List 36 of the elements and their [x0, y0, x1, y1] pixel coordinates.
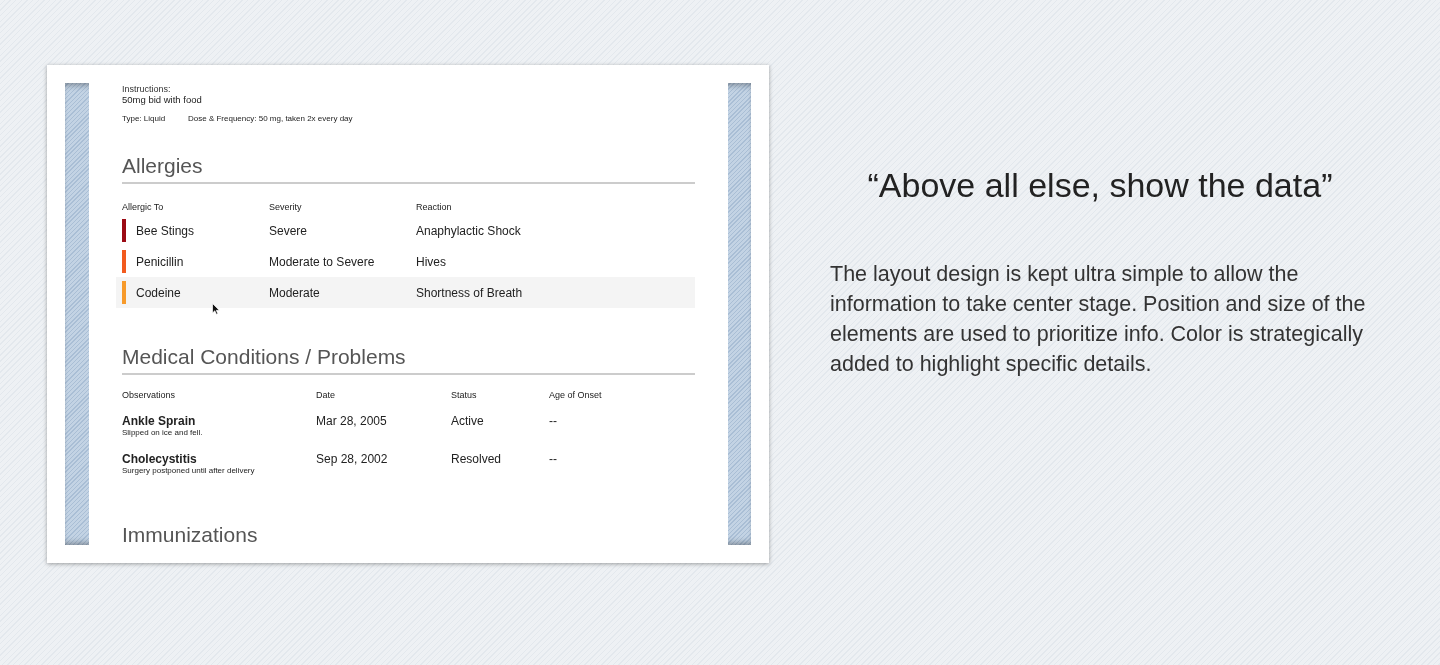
table-cell-text: Moderate to Severe [269, 254, 376, 269]
table-cell-text: Severe [269, 223, 309, 238]
table-cell-text: Active [451, 414, 485, 430]
table-cell-text: Mar 28, 2005 [316, 414, 388, 430]
instructions-text: 50mg bid with food [122, 94, 203, 106]
medication-type: Type: Liquid [122, 114, 167, 123]
table-cell: Penicillin [136, 254, 184, 269]
column-header: Date [316, 390, 336, 402]
section-heading: Immunizations [122, 522, 259, 545]
table-cell-text: Moderate [269, 285, 321, 300]
table-cell-text: Resolved [451, 452, 503, 468]
table-cell: Bee Stings [136, 223, 195, 238]
description-paragraph: The layout design is kept ultra simple to allow the information to take center stage. Position and size of the elements are used to prioritize info. Color is strategically added to highlight specific details. [830, 261, 1367, 378]
table-cell-text: Shortness of Breath [416, 285, 524, 300]
dose-frequency: Dose & Frequency: 50 mg, taken 2x every day [188, 114, 353, 123]
mouse-pointer-icon [212, 303, 220, 315]
column-header: Observations [122, 390, 177, 402]
column-header: Status [451, 390, 478, 402]
column-header: Age of Onset [549, 390, 603, 402]
table-cell-text: -- [549, 452, 558, 468]
table-cell-text: Sep 28, 2002 [316, 452, 389, 468]
column-header: Severity [269, 202, 303, 212]
table-cell: Codeine [136, 285, 181, 300]
column-header: Allergic To [122, 202, 165, 212]
section-heading: Allergies [122, 153, 695, 184]
table-cell-text: Anaphylactic Shock [416, 223, 522, 238]
condition-name: Cholecystitis [122, 452, 198, 466]
quote-heading: “Above all else, show the data” [866, 165, 1334, 205]
condition-name: Ankle Sprain [122, 414, 197, 428]
column-header: Reaction [416, 202, 453, 212]
table-cell-text: Hives [416, 254, 447, 269]
instructions-label: Instructions: [122, 84, 172, 94]
section-heading: Medical Conditions / Problems [122, 344, 695, 375]
condition-note: Slipped on ice and fell. [122, 428, 204, 438]
condition-note: Surgery postponed until after delivery [122, 466, 256, 476]
table-cell-text: -- [549, 414, 558, 430]
